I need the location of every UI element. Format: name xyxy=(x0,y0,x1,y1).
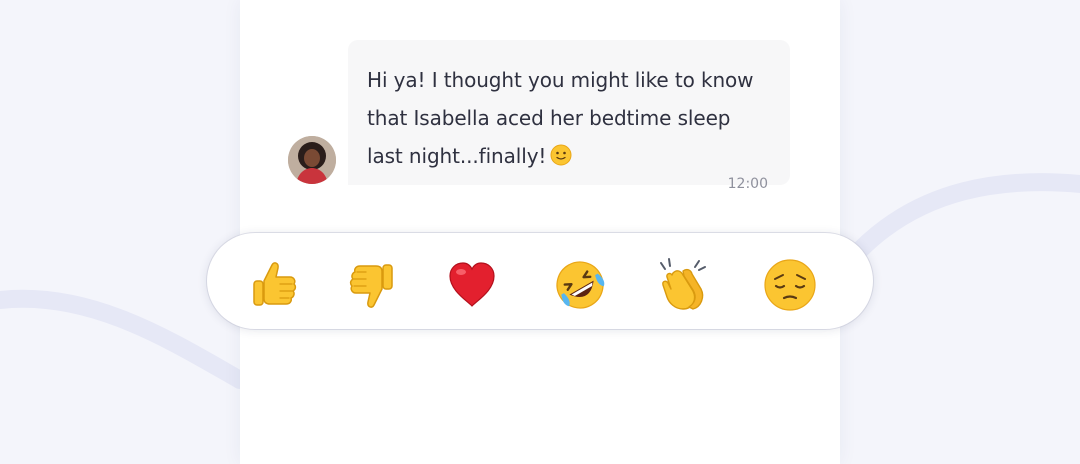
pensive-face-icon[interactable] xyxy=(760,255,820,315)
message-line: Hi ya! I thought you might like to know xyxy=(367,68,754,92)
thumbs-down-icon[interactable] xyxy=(342,255,402,315)
person-avatar-icon xyxy=(288,136,336,184)
rolling-on-floor-laughing-icon[interactable] xyxy=(550,255,610,315)
avatar[interactable] xyxy=(288,136,336,184)
clapping-hands-icon[interactable] xyxy=(653,255,713,315)
message-line-text: last night...finally! xyxy=(367,144,547,168)
message-line: that Isabella aced her bedtime sleep xyxy=(367,106,731,130)
message-text: Hi ya! I thought you might like to know … xyxy=(367,61,772,178)
reaction-picker xyxy=(207,233,873,329)
message-line: last night...finally! xyxy=(367,137,772,178)
slightly-smiling-face-icon xyxy=(550,140,572,178)
thumbs-up-icon[interactable] xyxy=(244,255,304,315)
message-timestamp: 12:00 xyxy=(727,176,768,192)
message-bubble[interactable]: Hi ya! I thought you might like to know … xyxy=(348,40,790,192)
red-heart-icon[interactable] xyxy=(442,255,502,315)
